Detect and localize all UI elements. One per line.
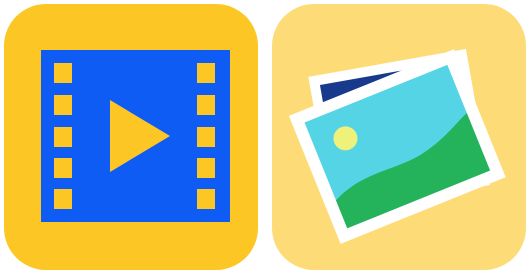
stacked-photos-icon [288, 49, 506, 244]
film-strip-icon [41, 50, 230, 222]
video-app-icon[interactable] [4, 4, 258, 270]
icon-stage [0, 0, 531, 274]
photos-app-icon[interactable] [272, 4, 526, 270]
